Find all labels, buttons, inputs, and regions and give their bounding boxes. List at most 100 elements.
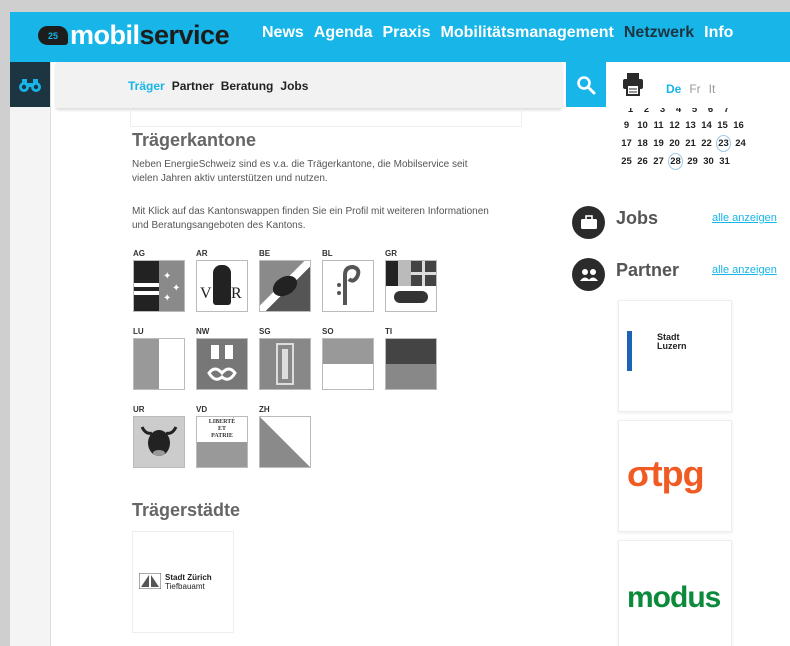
crest-ti[interactable] — [385, 338, 437, 390]
zuerich-crest-icon — [139, 573, 161, 589]
calendar-day[interactable]: 24 — [734, 135, 747, 153]
luzern-logo-text: Stadt Luzern — [627, 329, 722, 369]
crest-sg[interactable] — [259, 338, 311, 390]
be-crest-graphic — [260, 261, 310, 311]
calendar-day[interactable]: 12 — [668, 117, 681, 135]
calendar-day[interactable]: 19 — [652, 135, 665, 153]
lang-fr[interactable]: Fr — [689, 82, 700, 96]
jobs-show-all-link[interactable]: alle anzeigen — [712, 212, 777, 224]
canton-label-zh: ZH — [259, 405, 270, 414]
crest-lu[interactable] — [133, 338, 185, 390]
calendar-day[interactable]: 21 — [684, 135, 697, 153]
calendar-day[interactable]: 2 — [640, 108, 653, 117]
jobs-icon-circle — [572, 206, 605, 239]
partner-show-all-link[interactable]: alle anzeigen — [712, 264, 777, 276]
calendar-day-highlighted[interactable]: 23 — [716, 135, 731, 152]
subnav-item-partner[interactable]: Partner — [172, 79, 214, 93]
crest-ur[interactable] — [133, 416, 185, 468]
lang-de[interactable]: De — [666, 82, 681, 96]
calendar-day[interactable]: 16 — [732, 117, 745, 135]
nav-item-mobilitaetsmanagement[interactable]: Mobilitätsmanagement — [441, 24, 614, 42]
canton-label-lu: LU — [133, 327, 144, 336]
calendar-day[interactable]: 31 — [718, 153, 731, 171]
calendar-day[interactable]: 1 — [624, 108, 637, 117]
tpg-text: tpg — [650, 453, 705, 494]
bl-crest-graphic — [337, 264, 361, 305]
calendar-day[interactable]: 17 — [620, 135, 633, 153]
vd-motto-3: PATRIE — [211, 433, 233, 439]
city-card-zuerich[interactable]: Stadt Zürich Tiefbauamt — [132, 531, 234, 633]
printer-icon — [623, 73, 643, 96]
logo-wordmark: mobilservice — [70, 20, 230, 51]
calendar-row: 25 26 27 28 29 30 31 — [620, 153, 747, 171]
calendar-day[interactable]: 13 — [684, 117, 697, 135]
calendar-day[interactable]: 4 — [672, 108, 685, 117]
canton-label-ti: TI — [385, 327, 393, 336]
calendar-row: 9 10 11 12 13 14 15 16 — [620, 117, 747, 135]
calendar-day[interactable]: 22 — [700, 135, 713, 153]
calendar-day[interactable]: 20 — [668, 135, 681, 153]
calendar-day[interactable]: 14 — [700, 117, 713, 135]
logo-badge: 25 — [38, 26, 68, 45]
partner-card-tpg[interactable]: σtpg — [618, 420, 732, 532]
calendar-day[interactable]: 9 — [620, 117, 633, 135]
site-logo[interactable]: 25 mobilservice — [38, 20, 230, 51]
calendar-day[interactable]: 18 — [636, 135, 649, 153]
crest-be[interactable] — [259, 260, 311, 312]
crest-ar[interactable]: V R — [196, 260, 248, 312]
canton-label-be: BE — [259, 249, 271, 258]
calendar-day[interactable]: 3 — [656, 108, 669, 117]
nav-item-agenda[interactable]: Agenda — [314, 24, 373, 42]
subnav-item-beratung[interactable]: Beratung — [221, 79, 274, 93]
ar-letter-v: V — [200, 285, 212, 302]
calendar-day[interactable]: 5 — [688, 108, 701, 117]
nav-item-praxis[interactable]: Praxis — [382, 24, 430, 42]
language-switcher: De Fr It — [666, 82, 715, 96]
canton-label-ur: UR — [133, 405, 145, 414]
calendar-day[interactable]: 15 — [716, 117, 729, 135]
calendar-day[interactable]: 10 — [636, 117, 649, 135]
crest-gr[interactable] — [385, 260, 437, 312]
calendar-day[interactable]: 26 — [636, 153, 649, 171]
crest-bl[interactable] — [322, 260, 374, 312]
calendar-day[interactable]: 7 — [720, 108, 733, 117]
canton-label-bl: BL — [322, 249, 333, 258]
subnav-item-traeger[interactable]: Träger — [128, 79, 165, 93]
crest-nw[interactable] — [196, 338, 248, 390]
calendar-day[interactable]: 11 — [652, 117, 665, 135]
city-logo-line1: Stadt Zürich — [165, 573, 212, 582]
calendar-day[interactable]: 30 — [702, 153, 715, 171]
briefcase-icon — [580, 215, 597, 229]
bull-head-icon — [140, 426, 178, 456]
subnav-item-jobs[interactable]: Jobs — [280, 79, 308, 93]
nav-item-news[interactable]: News — [262, 24, 304, 42]
nav-item-netzwerk[interactable]: Netzwerk — [624, 24, 694, 42]
crest-zh[interactable] — [259, 416, 311, 468]
canton-label-vd: VD — [196, 405, 208, 414]
city-logo-line2: Tiefbauamt — [165, 582, 205, 591]
section-heading-traegerstaedte: Trägerstädte — [132, 500, 241, 520]
calendar-row: 17 18 19 20 21 22 23 24 — [620, 135, 747, 153]
logo-part-service: service — [139, 20, 230, 50]
calendar-day[interactable]: 29 — [686, 153, 699, 171]
partner-card-luzern[interactable]: Stadt Luzern — [618, 300, 732, 412]
nav-item-info[interactable]: Info — [704, 24, 733, 42]
calendar-day-highlighted[interactable]: 28 — [668, 153, 683, 170]
crest-ag[interactable]: ✦ ✦ ✦ — [133, 260, 185, 312]
calendar-day[interactable]: 25 — [620, 153, 633, 171]
calendar-day[interactable]: 27 — [652, 153, 665, 171]
print-button[interactable] — [622, 72, 644, 101]
calendar-row: 1 2 3 4 5 6 7 — [624, 108, 747, 117]
top-navigation-bar: 25 mobilservice News Agenda Praxis Mobil… — [10, 12, 790, 62]
lang-it[interactable]: It — [709, 82, 716, 96]
zh-crest-graphic — [260, 417, 310, 467]
vd-motto-2: ET — [217, 426, 226, 432]
partner-card-modus[interactable]: modus — [618, 540, 732, 646]
calendar-day[interactable]: 6 — [704, 108, 717, 117]
sub-navigation: Träger Partner Beratung Jobs — [56, 62, 562, 108]
crest-vd[interactable]: LIBERTÉ ET PATRIE — [196, 416, 248, 468]
crest-so[interactable] — [322, 338, 374, 390]
page-heading: Trägerkantone — [132, 130, 257, 150]
search-button[interactable] — [566, 62, 606, 107]
binoculars-button[interactable] — [10, 62, 50, 107]
